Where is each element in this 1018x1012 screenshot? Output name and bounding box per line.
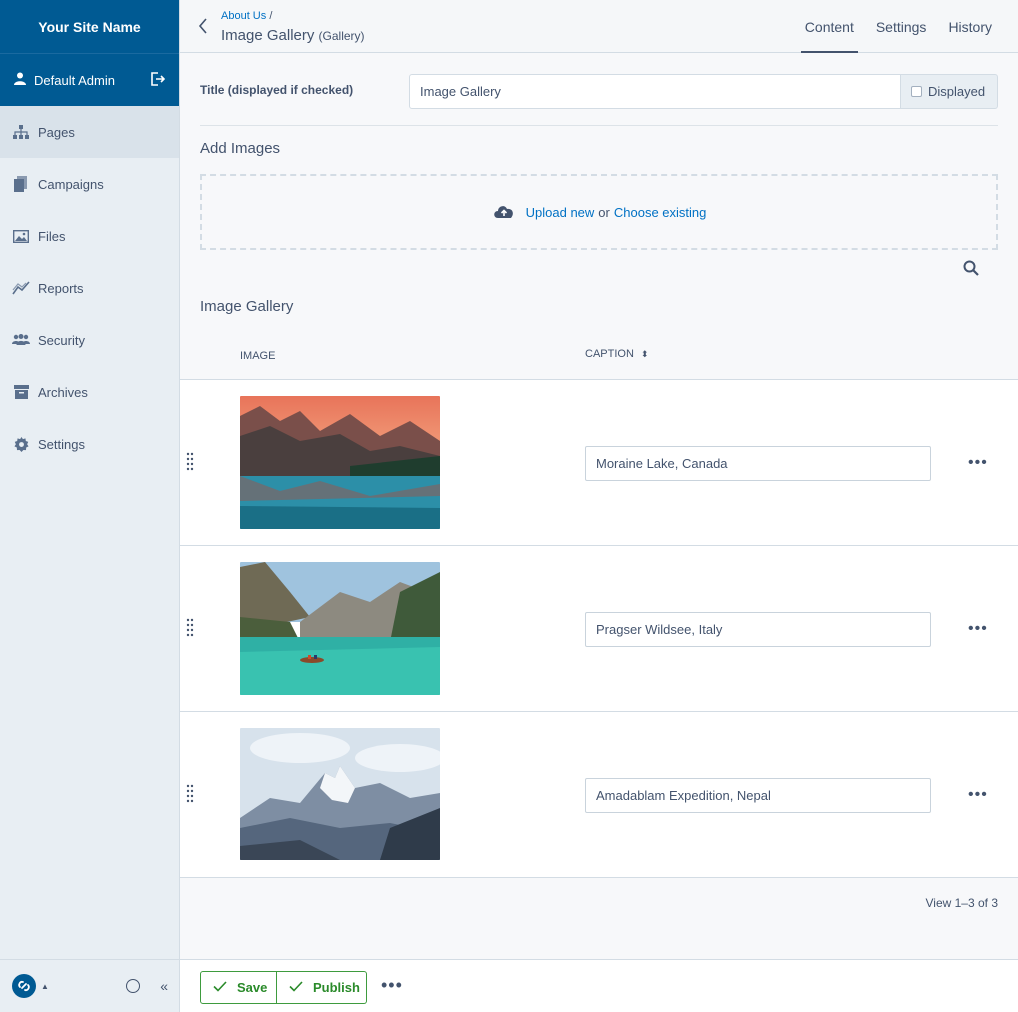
sidebar-item-settings[interactable]: Settings <box>0 418 179 470</box>
caption-header-label: CAPTION <box>585 348 634 360</box>
tab-content[interactable]: Content <box>800 0 858 53</box>
page-title: Image Gallery (Gallery) <box>221 27 365 44</box>
gear-icon <box>12 435 30 453</box>
caption-input[interactable] <box>585 778 931 813</box>
divider <box>200 125 998 126</box>
search-icon[interactable] <box>963 260 979 279</box>
page-title-text: Image Gallery <box>221 27 315 44</box>
app-logo-icon[interactable] <box>12 974 36 998</box>
main-content: Title (displayed if checked) Displayed A… <box>180 53 1018 959</box>
sidebar-footer: ▲ « <box>0 959 180 1012</box>
tab-history[interactable]: History <box>948 0 992 53</box>
column-header-caption[interactable]: CAPTION ⬍ <box>585 348 649 360</box>
sidebar: Your Site Name Default Admin Pages Campa… <box>0 0 180 1012</box>
tab-settings[interactable]: Settings <box>876 0 927 53</box>
sidebar-item-files[interactable]: Files <box>0 210 179 262</box>
row-more-icon[interactable]: ••• <box>968 786 988 804</box>
displayed-checkbox[interactable] <box>911 86 922 97</box>
sidebar-item-label: Files <box>38 228 66 244</box>
checkmark-icon <box>213 980 227 995</box>
gallery-thumbnail-mountain-lake-sunset[interactable] <box>240 396 440 529</box>
checkmark-icon <box>289 980 303 995</box>
or-text: or <box>598 204 610 220</box>
gallery-thumbnail-snowy-mountain-peak[interactable] <box>240 728 440 860</box>
displayed-toggle[interactable]: Displayed <box>900 74 998 109</box>
chart-line-icon <box>12 279 30 297</box>
collapse-sidebar-icon[interactable]: « <box>160 978 168 994</box>
sidebar-item-label: Pages <box>38 124 75 140</box>
sidebar-item-label: Settings <box>38 436 85 452</box>
page-header: About Us / Image Gallery (Gallery) Conte… <box>180 0 1018 53</box>
save-publish-group: Save Publish <box>200 971 367 1004</box>
status-circle-icon[interactable] <box>126 979 141 993</box>
caption-input[interactable] <box>585 446 931 481</box>
breadcrumb-separator: / <box>269 10 273 22</box>
logout-icon[interactable] <box>150 71 166 89</box>
table-row: ••• <box>180 546 1018 712</box>
choose-existing-link[interactable]: Choose existing <box>614 205 707 220</box>
sitemap-icon <box>12 123 30 141</box>
users-icon <box>12 331 30 349</box>
sidebar-item-reports[interactable]: Reports <box>0 262 179 314</box>
drag-handle-icon[interactable] <box>186 452 194 475</box>
sidebar-item-archives[interactable]: Archives <box>0 366 179 418</box>
drag-handle-icon[interactable] <box>186 784 194 807</box>
user-bar: Default Admin <box>0 53 179 106</box>
save-label: Save <box>237 980 268 995</box>
campaigns-icon <box>12 175 30 193</box>
sidebar-item-security[interactable]: Security <box>0 314 179 366</box>
gallery-heading: Image Gallery <box>200 298 294 315</box>
tab-bar: Content Settings History <box>783 0 992 53</box>
column-header-image: IMAGE <box>240 350 276 362</box>
table-row: ••• <box>180 380 1018 546</box>
sidebar-item-pages[interactable]: Pages <box>0 106 179 158</box>
action-footer: Save Publish ••• <box>180 959 1018 1012</box>
cloud-upload-icon <box>492 203 516 222</box>
sidebar-item-label: Campaigns <box>38 176 104 192</box>
page-type: (Gallery) <box>318 29 365 43</box>
sort-icon[interactable]: ⬍ <box>641 349 649 359</box>
sidebar-item-campaigns[interactable]: Campaigns <box>0 158 179 210</box>
image-dropzone[interactable]: Upload new or Choose existing <box>200 174 998 250</box>
site-name[interactable]: Your Site Name <box>0 0 179 53</box>
sidebar-item-label: Reports <box>38 280 84 296</box>
publish-button[interactable]: Publish <box>277 971 367 1004</box>
caret-up-icon[interactable]: ▲ <box>41 982 49 991</box>
user-name[interactable]: Default Admin <box>34 73 150 88</box>
sidebar-item-label: Security <box>38 332 85 348</box>
sidebar-item-label: Archives <box>38 384 88 400</box>
breadcrumb-about-us[interactable]: About Us <box>221 10 266 22</box>
breadcrumb: About Us / <box>221 10 272 22</box>
displayed-label: Displayed <box>928 84 986 99</box>
caption-input[interactable] <box>585 612 931 647</box>
add-images-heading: Add Images <box>200 140 281 157</box>
title-label: Title (displayed if checked) <box>200 83 354 97</box>
table-row: ••• <box>180 712 1018 878</box>
user-icon <box>14 72 26 88</box>
image-icon <box>12 227 30 245</box>
row-more-icon[interactable]: ••• <box>968 620 988 638</box>
back-arrow-icon[interactable] <box>198 18 210 36</box>
more-actions-icon[interactable]: ••• <box>381 975 403 996</box>
title-input[interactable] <box>409 74 901 109</box>
archive-icon <box>12 383 30 401</box>
row-more-icon[interactable]: ••• <box>968 454 988 472</box>
drag-handle-icon[interactable] <box>186 618 194 641</box>
save-button[interactable]: Save <box>200 971 277 1004</box>
publish-label: Publish <box>313 980 360 995</box>
table-header: IMAGE CAPTION ⬍ <box>180 340 1018 380</box>
upload-new-link[interactable]: Upload new <box>526 205 595 220</box>
gallery-thumbnail-turquoise-lake-boat[interactable] <box>240 562 440 695</box>
pagination-info: View 1–3 of 3 <box>925 896 999 910</box>
